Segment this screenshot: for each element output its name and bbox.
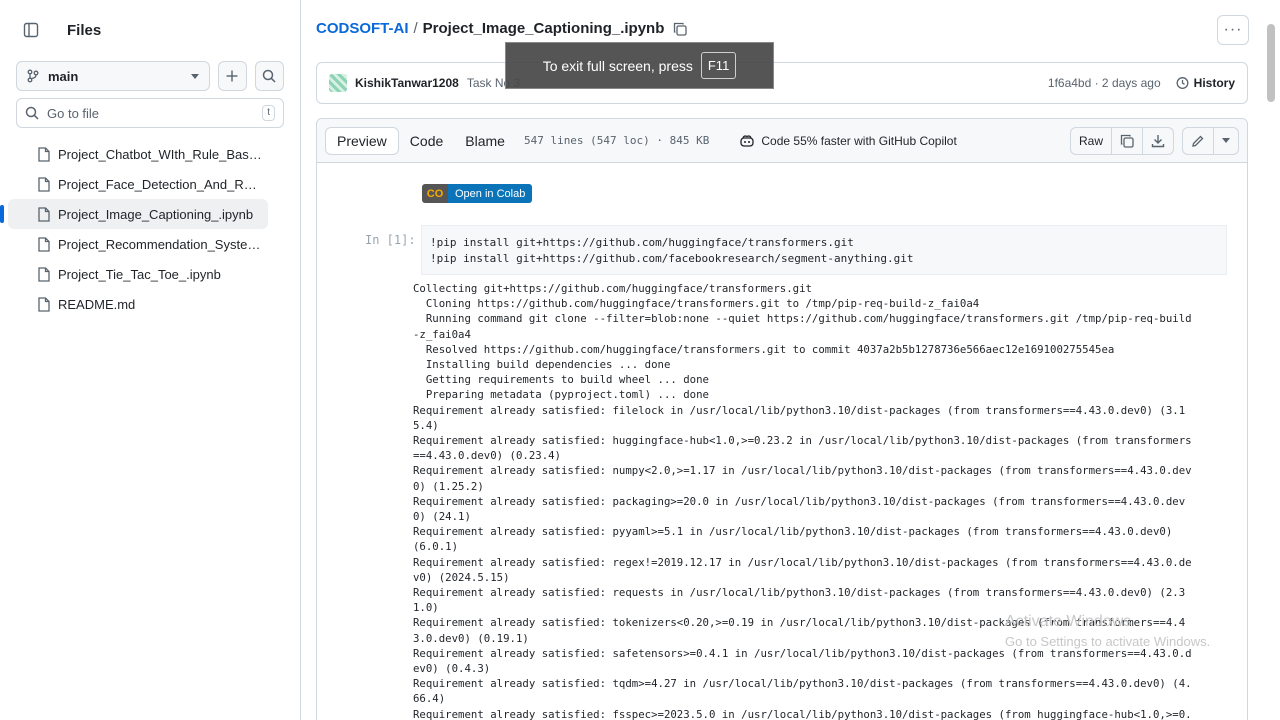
toast-text: To exit full screen, press [542,57,693,74]
breadcrumb-file-name: Project_Image_Captioning_.ipynb [422,20,665,37]
search-button[interactable] [254,61,285,91]
avatar[interactable] [329,74,347,92]
caret-down-icon [190,73,199,79]
windows-activation-watermark: Activate Windows Go to Settings to activ… [1005,612,1210,652]
edit-actions-group [1182,126,1239,155]
scrollbar-thumb[interactable] [1267,24,1275,102]
code-cell: !pip install git+https://github.com/hugg… [421,225,1227,275]
branch-selector[interactable]: main [16,61,210,91]
file-icon [38,206,50,222]
file-item[interactable]: README.md [0,289,268,319]
copilot-promo-text: Code 55% faster with GitHub Copilot [761,133,957,148]
history-icon [1176,77,1189,89]
open-in-colab-badge[interactable]: CO Open in Colab [422,184,533,203]
file-item-label: README.md [58,296,136,312]
file-icon [38,236,50,252]
commit-author[interactable]: KishikTanwar1208 [355,76,459,90]
go-to-file-input[interactable]: Go to file t [16,98,284,128]
file-item-label: Project_Image_Captioning_.ipynb [58,206,254,222]
tab-code[interactable]: Code [399,127,454,155]
copilot-icon [740,134,755,147]
colab-badge-label: Open in Colab [448,184,533,203]
copy-icon [1120,134,1134,148]
file-icon [38,146,50,162]
edit-dropdown-button[interactable] [1214,126,1239,155]
search-icon [263,69,277,83]
toolbar-actions: Raw [1069,126,1239,155]
file-item-label: Project_Chatbot_WIth_Rule_Based_Response… [58,146,263,162]
file-icon [38,266,50,282]
raw-button[interactable]: Raw [1069,126,1112,155]
tab-preview[interactable]: Preview [325,126,399,155]
file-item[interactable]: Project_Recommendation_System.ipynb [0,229,268,259]
branch-name: main [48,68,79,84]
file-item-label: Project_Face_Detection_And_Recognition.i… [58,176,263,192]
breadcrumb: CODSOFT-AI / Project_Image_Captioning_.i… [316,20,688,37]
raw-actions-group: Raw [1069,126,1174,155]
watermark-subtitle: Go to Settings to activate Windows. [1005,634,1211,649]
sidebar-collapse-icon [23,22,39,38]
toast-key: F11 [700,52,737,79]
latest-commit-box: KishikTanwar1208 Task No 3 1f6a4bd · 2 d… [316,62,1248,104]
commit-meta[interactable]: 1f6a4bd · 2 days ago [1048,76,1161,90]
go-to-file-placeholder: Go to file [47,105,100,121]
add-file-button[interactable] [217,61,247,91]
file-icon [38,176,50,192]
plus-icon [226,70,238,82]
file-item-label: Project_Recommendation_System.ipynb [58,236,263,252]
file-item-label: Project_Tie_Tac_Toe_.ipynb [58,266,221,282]
file-toolbar: Preview Code Blame 547 lines (547 loc) ·… [317,119,1247,163]
pencil-icon [1192,135,1204,147]
search-icon [25,106,39,120]
cell-prompt: In [1]: [365,233,416,247]
branch-row: main [16,61,285,91]
cell-output: Collecting git+https://github.com/huggin… [413,282,1192,720]
view-mode-tabs: Preview Code Blame [325,126,516,155]
file-stats: 547 lines (547 loc) · 845 KB [523,134,710,147]
more-options-button[interactable]: ··· [1217,15,1249,45]
collapse-sidebar-button[interactable] [16,15,46,45]
page-scrollbar[interactable] [1265,14,1277,720]
file-item[interactable]: Project_Tie_Tac_Toe_.ipynb [0,259,268,289]
copy-raw-button[interactable] [1112,126,1143,155]
download-icon [1151,134,1165,147]
file-item[interactable]: Project_Face_Detection_And_Recognition.i… [0,169,268,199]
kebab-horizontal-icon: ··· [1223,21,1243,38]
file-icon [38,296,50,312]
file-item[interactable]: Project_Chatbot_WIth_Rule_Based_Response… [0,139,268,169]
history-label: History [1193,76,1235,90]
copy-path-button[interactable] [673,22,688,36]
files-title: Files [67,21,102,39]
fullscreen-exit-toast: To exit full screen, press F11 [505,42,774,89]
file-item-active[interactable]: Project_Image_Captioning_.ipynb [0,199,268,229]
branch-icon [27,69,39,83]
sidebar-header: Files [16,14,101,46]
breadcrumb-repo-link[interactable]: CODSOFT-AI [316,20,409,37]
tab-blame[interactable]: Blame [454,127,516,155]
edit-button[interactable] [1182,126,1214,155]
watermark-title: Activate Windows [1005,613,1132,630]
colab-logo: CO [422,184,448,203]
breadcrumb-separator: / [413,20,418,37]
shortcut-hint: t [262,105,275,121]
file-list: Project_Chatbot_WIth_Rule_Based_Response… [0,139,300,319]
copy-icon [674,22,688,36]
file-tree-sidebar: Files main Go to file t Project_Chatbot_… [0,0,301,720]
caret-down-icon [1222,138,1230,143]
download-button[interactable] [1143,126,1174,155]
history-button[interactable]: History [1175,76,1235,90]
copilot-promo-link[interactable]: Code 55% faster with GitHub Copilot [739,133,957,148]
